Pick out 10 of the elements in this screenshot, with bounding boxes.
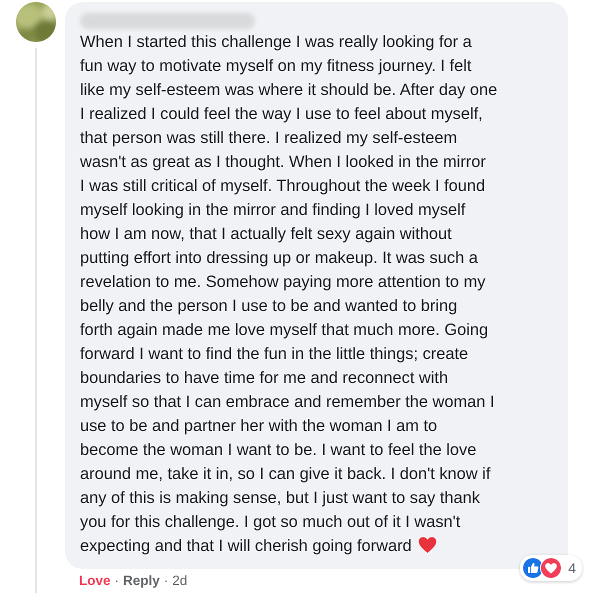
comment-text: When I started this challenge I was really looking for a fun way to motivate myself on my fitness journey. I felt like my self-esteem was where it should be. After day one I realized I could feel the way I use to feel about myself, that person was still there. I realized my self-esteem wasn't as great as I thought. When I looked in the mirror I was still critical of myself. Throughout the week I found myself looking in the mirror and finding I loved myself how I am now, that I actually felt sexy again without putting effort into dressing up or makeup. It was such a revelation to me. Somehow paying more attention to my belly and the person I use to be and wanted to bring forth again made me love myself that much more. Going forward I want to find the fun in the little things; create boundaries to have time for me and reconnect with myself so that I can embrace and remember the woman I use to be and partner her with the woman I am to become the woman I want to be. I want to feel the love around me, take it in, so I can give it back. I don't know if any of this is making sense, but I just want to say thank you for this challenge. I got so much out of it I wasn't expecting and that I will cherish going forward: [80, 32, 498, 557]
reply-link[interactable]: Reply: [123, 573, 160, 588]
love-link[interactable]: Love: [79, 573, 111, 588]
love-reaction-icon: [540, 557, 562, 579]
separator-dot: ·: [114, 573, 120, 588]
heart-icon: [418, 536, 437, 554]
reaction-count: 4: [568, 560, 576, 576]
reaction-summary[interactable]: 4: [520, 555, 582, 581]
separator-dot: ·: [164, 573, 168, 588]
timestamp[interactable]: 2d: [172, 573, 188, 588]
